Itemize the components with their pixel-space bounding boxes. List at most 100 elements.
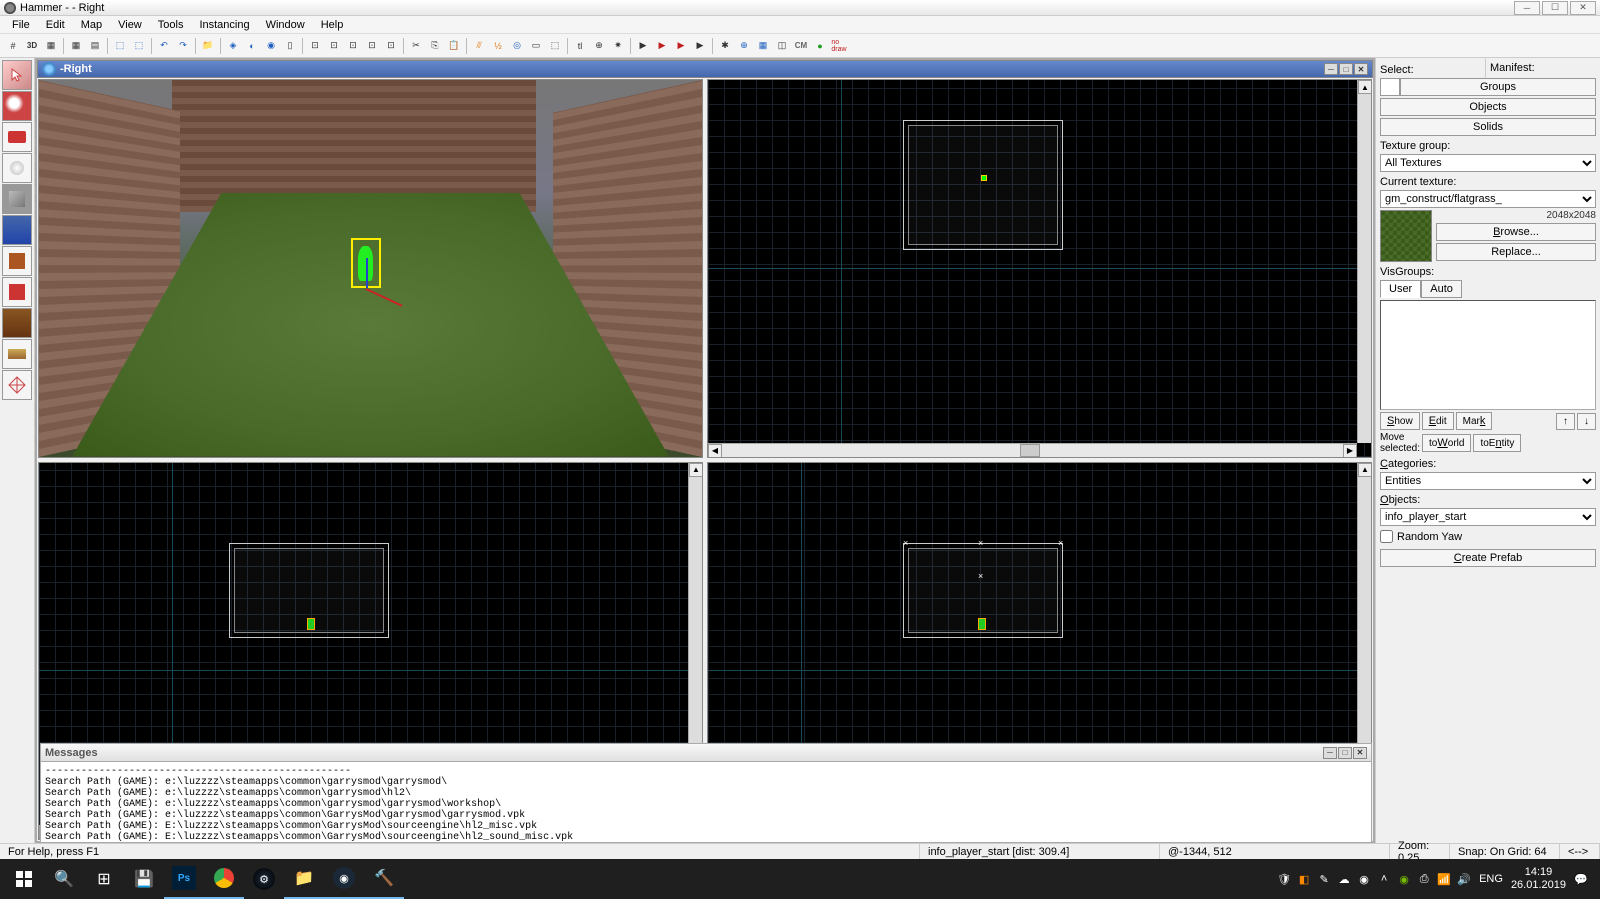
grid-icon[interactable]: # bbox=[4, 37, 22, 55]
tray-wifi-icon[interactable]: 📶 bbox=[1437, 872, 1451, 886]
categories-select[interactable]: Entities bbox=[1380, 472, 1596, 490]
copy-icon[interactable]: ⎘ bbox=[426, 37, 444, 55]
move-up-button[interactable]: ↑ bbox=[1556, 413, 1575, 430]
scroll-up-icon[interactable]: ▲ bbox=[1358, 463, 1372, 477]
clipping-tool-icon[interactable] bbox=[2, 339, 32, 369]
open-icon[interactable]: 📁 bbox=[199, 37, 217, 55]
visgroup-list[interactable] bbox=[1380, 300, 1596, 410]
undo-icon[interactable]: ↶ bbox=[155, 37, 173, 55]
texture-preview[interactable] bbox=[1380, 210, 1432, 262]
tray-shield-icon[interactable]: 🛡 bbox=[1277, 872, 1291, 886]
replace-button[interactable]: Replace... bbox=[1436, 243, 1596, 261]
vertex-tool-icon[interactable] bbox=[2, 370, 32, 400]
text-tool-icon[interactable]: tl bbox=[571, 37, 589, 55]
dotted4-icon[interactable]: ⊡ bbox=[363, 37, 381, 55]
edit-button[interactable]: Edit bbox=[1422, 412, 1454, 430]
messages-minimize-icon[interactable]: ─ bbox=[1323, 747, 1337, 759]
menu-edit[interactable]: Edit bbox=[38, 17, 73, 33]
close-button[interactable]: ✕ bbox=[1570, 1, 1596, 15]
messages-body[interactable]: ----------------------------------------… bbox=[41, 762, 1371, 842]
viewport-3d[interactable] bbox=[38, 79, 703, 458]
dotted-icon[interactable]: ⊡ bbox=[306, 37, 324, 55]
toggle-models-icon[interactable]: ▯ bbox=[281, 37, 299, 55]
scrollbar-horizontal[interactable]: ◀ ▶ bbox=[708, 443, 1357, 457]
tray-volume-icon[interactable]: 🔊 bbox=[1457, 872, 1471, 886]
select-rect-icon[interactable]: ▭ bbox=[527, 37, 545, 55]
minimize-button[interactable]: ─ bbox=[1514, 1, 1540, 15]
handle[interactable]: × bbox=[903, 538, 908, 548]
cordon-icon[interactable]: ⫻ bbox=[470, 37, 488, 55]
taskbar-floppy-icon[interactable]: 💾 bbox=[124, 859, 164, 899]
portal-icon[interactable]: ◎ bbox=[508, 37, 526, 55]
messages-header[interactable]: Messages ─ □ ✕ bbox=[41, 744, 1371, 762]
groups-button[interactable]: Groups bbox=[1400, 78, 1596, 96]
current-texture-select[interactable]: gm_construct/flatgrass_ bbox=[1380, 190, 1596, 208]
relight-icon[interactable]: ◐ bbox=[243, 37, 261, 55]
decal-tool-icon[interactable] bbox=[2, 277, 32, 307]
taskbar-steam2-icon[interactable]: ◉ bbox=[324, 859, 364, 899]
texture-group-select[interactable]: All Textures bbox=[1380, 154, 1596, 172]
redo-icon[interactable]: ↷ bbox=[174, 37, 192, 55]
menu-tools[interactable]: Tools bbox=[150, 17, 192, 33]
viewport-top[interactable]: ▲ ◀ ▶ bbox=[707, 79, 1372, 458]
run-icon[interactable]: ✱ bbox=[716, 37, 734, 55]
grid-smaller-icon[interactable]: ▦ bbox=[42, 37, 60, 55]
scroll-track[interactable] bbox=[722, 444, 1343, 457]
menu-map[interactable]: Map bbox=[73, 17, 110, 33]
messages-maximize-icon[interactable]: □ bbox=[1338, 747, 1352, 759]
entity-marker[interactable] bbox=[978, 618, 986, 630]
task-view-icon[interactable]: ⊞ bbox=[84, 859, 124, 899]
noclip-icon[interactable]: ▶ bbox=[653, 37, 671, 55]
select-blank[interactable] bbox=[1380, 78, 1400, 96]
apply-texture-tool-icon[interactable] bbox=[2, 246, 32, 276]
browse-button[interactable]: Browse... bbox=[1436, 223, 1596, 241]
menu-instancing[interactable]: Instancing bbox=[191, 17, 257, 33]
dotted3-icon[interactable]: ⊡ bbox=[344, 37, 362, 55]
texture-tool-icon[interactable] bbox=[2, 215, 32, 245]
random-yaw-checkbox[interactable] bbox=[1380, 530, 1393, 543]
cut-icon[interactable]: ✂ bbox=[407, 37, 425, 55]
toggle-grid-icon[interactable]: ▤ bbox=[86, 37, 104, 55]
taskbar-photoshop-icon[interactable]: Ps bbox=[164, 859, 204, 899]
tray-app-icon[interactable]: ◧ bbox=[1297, 872, 1311, 886]
handle[interactable]: × bbox=[978, 571, 983, 581]
taskbar-hammer-icon[interactable]: 🔨 bbox=[364, 859, 404, 899]
carve-icon[interactable]: ⬚ bbox=[111, 37, 129, 55]
noclip2-icon[interactable]: ▶ bbox=[672, 37, 690, 55]
show-button[interactable]: Show bbox=[1380, 412, 1420, 430]
tray-clock[interactable]: 14:19 26.01.2019 bbox=[1511, 866, 1566, 892]
taskbar-chrome-icon[interactable] bbox=[204, 859, 244, 899]
compile-icon[interactable]: ◉ bbox=[262, 37, 280, 55]
viewport-minimize-icon[interactable]: ─ bbox=[1324, 63, 1338, 75]
menu-window[interactable]: Window bbox=[258, 17, 313, 33]
menu-file[interactable]: File bbox=[4, 17, 38, 33]
tray-pen-icon[interactable]: ✎ bbox=[1317, 872, 1331, 886]
messages-close-icon[interactable]: ✕ bbox=[1353, 747, 1367, 759]
magnify-tool-icon[interactable] bbox=[2, 91, 32, 121]
scroll-thumb[interactable] bbox=[1020, 444, 1040, 457]
collision-icon[interactable]: CM bbox=[792, 37, 810, 55]
save-icon[interactable]: ◈ bbox=[224, 37, 242, 55]
objects-select[interactable]: info_player_start bbox=[1380, 508, 1596, 526]
entity-marker[interactable] bbox=[981, 175, 987, 181]
tray-network-icon[interactable]: ⎙ bbox=[1417, 872, 1431, 886]
select-dotted-icon[interactable]: ⬚ bbox=[546, 37, 564, 55]
selection-tool-icon[interactable] bbox=[2, 60, 32, 90]
tab-user[interactable]: User bbox=[1380, 280, 1421, 298]
particles-icon[interactable]: ● bbox=[811, 37, 829, 55]
tray-chevron-up-icon[interactable]: ˄ bbox=[1377, 872, 1391, 886]
scroll-right-icon[interactable]: ▶ bbox=[1343, 444, 1357, 458]
radius-icon[interactable]: ½ bbox=[489, 37, 507, 55]
mark-button[interactable]: Mark bbox=[1456, 412, 1493, 430]
menu-help[interactable]: Help bbox=[313, 17, 352, 33]
start-button[interactable] bbox=[4, 859, 44, 899]
sprinkle-icon[interactable]: ✷ bbox=[609, 37, 627, 55]
maximize-button[interactable]: ☐ bbox=[1542, 1, 1568, 15]
entity-marker[interactable] bbox=[307, 618, 315, 630]
taskbar-explorer-icon[interactable]: 📁 bbox=[284, 859, 324, 899]
camera-tool-icon[interactable] bbox=[2, 122, 32, 152]
tray-cloud-icon[interactable]: ☁ bbox=[1337, 872, 1351, 886]
tray-language[interactable]: ENG bbox=[1479, 873, 1503, 885]
nav-icon[interactable]: ▶ bbox=[691, 37, 709, 55]
sphere-icon[interactable]: ⊕ bbox=[735, 37, 753, 55]
